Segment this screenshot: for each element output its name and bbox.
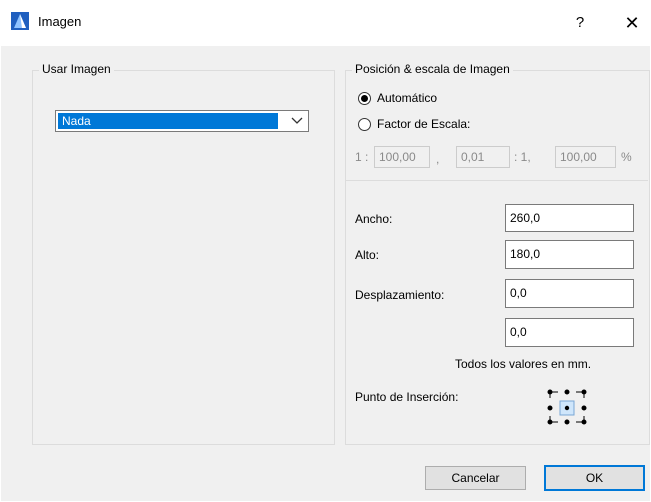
- radio-scale-factor-label: Factor de Escala:: [377, 117, 471, 131]
- width-input[interactable]: 260,0: [505, 204, 634, 232]
- position-scale-group-title: Posición & escala de Imagen: [352, 62, 513, 76]
- scale-field-3[interactable]: 100,00: [555, 146, 616, 168]
- width-label: Ancho:: [355, 212, 393, 226]
- app-icon: [11, 12, 29, 30]
- offset-x-input[interactable]: 0,0: [505, 279, 634, 308]
- insertion-point-label: Punto de Inserción:: [355, 390, 459, 404]
- offset-label: Desplazamiento:: [355, 288, 445, 302]
- chevron-down-icon: [291, 117, 303, 124]
- window-title: Imagen: [38, 14, 82, 29]
- cancel-button[interactable]: Cancelar: [425, 466, 526, 490]
- scale-prefix: 1 :: [355, 150, 369, 164]
- scale-field-1[interactable]: 100,00: [374, 146, 430, 168]
- ok-button[interactable]: OK: [544, 465, 645, 491]
- scale-field-2[interactable]: 0,01: [456, 146, 510, 168]
- title-bar: Imagen ? ✕: [0, 0, 651, 46]
- radio-automatic[interactable]: Automático: [358, 91, 478, 109]
- radio-scale-factor-indicator[interactable]: [358, 118, 371, 131]
- insertion-point-grid-icon[interactable]: [546, 388, 588, 426]
- radio-automatic-indicator[interactable]: [358, 92, 371, 105]
- height-label: Alto:: [355, 248, 380, 262]
- units-note: Todos los valores en mm.: [455, 357, 592, 371]
- image-select-value: Nada: [58, 113, 278, 129]
- offset-y-input[interactable]: 0,0: [505, 318, 634, 347]
- help-button[interactable]: ?: [568, 12, 592, 34]
- radio-scale-factor[interactable]: Factor de Escala:: [358, 117, 508, 135]
- close-button[interactable]: ✕: [620, 11, 644, 35]
- scale-sep-1: ,: [436, 152, 440, 166]
- radio-automatic-label: Automático: [377, 91, 438, 105]
- height-input[interactable]: 180,0: [505, 240, 634, 269]
- divider: [346, 180, 648, 181]
- image-select[interactable]: Nada: [55, 110, 309, 132]
- scale-unit: %: [621, 150, 632, 164]
- use-image-group-title: Usar Imagen: [39, 62, 114, 76]
- scale-sep-2: : 1,: [514, 150, 531, 164]
